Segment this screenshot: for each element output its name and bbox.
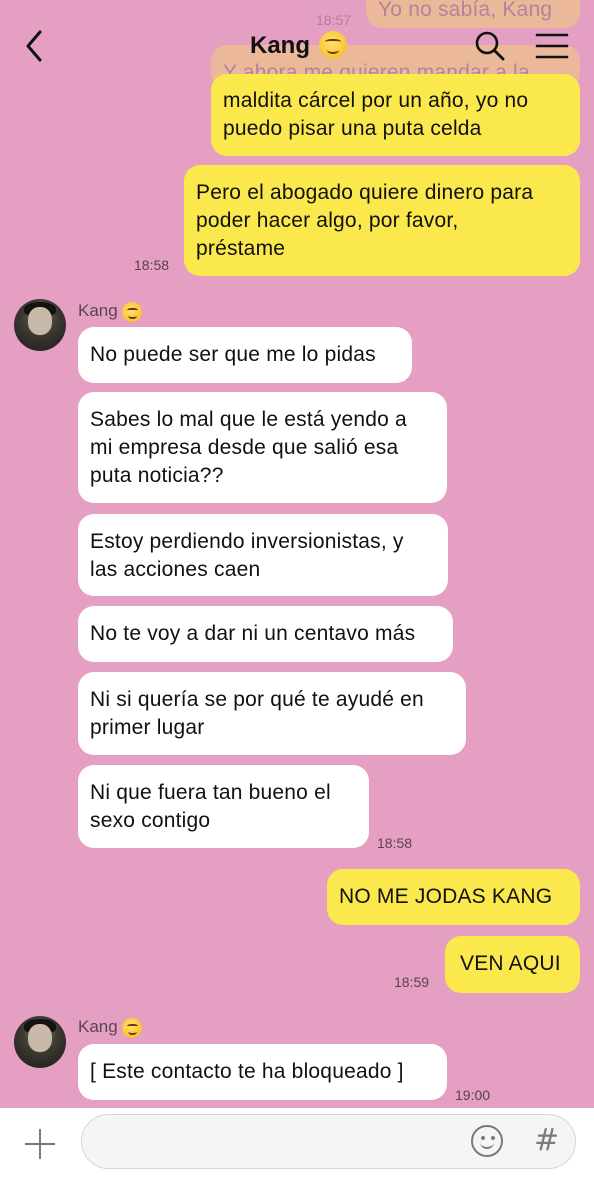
chat-title-text: Kang: [250, 32, 310, 59]
sender-name-text: Kang: [78, 301, 118, 320]
contact-avatar[interactable]: [14, 299, 66, 351]
sender-name: Kang: [78, 1017, 143, 1038]
chat-title[interactable]: Kang: [250, 30, 347, 61]
sent-message[interactable]: Pero el abogado quiere dinero para poder…: [184, 165, 580, 276]
menu-button[interactable]: [535, 32, 569, 60]
sent-message[interactable]: NO ME JODAS KANG: [327, 869, 580, 925]
yum-emoji-icon: [318, 30, 347, 59]
search-button[interactable]: [474, 30, 506, 62]
received-message[interactable]: No puede ser que me lo pidas: [78, 327, 412, 383]
received-message[interactable]: Sabes lo mal que le está yendo a mi empr…: [78, 392, 447, 503]
message-input[interactable]: #: [81, 1114, 576, 1169]
yum-emoji-icon: [122, 1017, 143, 1038]
received-message[interactable]: Ni que fuera tan bueno el sexo contigo: [78, 765, 369, 848]
message-input-bar: #: [0, 1108, 594, 1200]
sender-name-text: Kang: [78, 1017, 118, 1036]
received-message[interactable]: Estoy perdiendo inversionistas, y las ac…: [78, 514, 448, 596]
message-timestamp: 18:58: [134, 257, 170, 273]
message-timestamp: 18:59: [394, 974, 430, 990]
received-message[interactable]: Ni si quería se por qué te ayudé en prim…: [78, 672, 466, 755]
yum-emoji-icon: [122, 301, 143, 322]
contact-avatar[interactable]: [14, 1016, 66, 1068]
received-message[interactable]: No te voy a dar ni un centavo más: [78, 606, 453, 662]
message-timestamp: 18:58: [377, 835, 413, 851]
chevron-left-icon: [26, 30, 42, 62]
search-icon: [475, 31, 505, 61]
message-timestamp: 19:00: [455, 1087, 491, 1103]
sender-name: Kang: [78, 301, 143, 322]
back-button[interactable]: [20, 28, 50, 64]
received-message[interactable]: [ Este contacto te ha bloqueado ]: [78, 1044, 447, 1100]
hamburger-menu-icon: [535, 33, 569, 59]
sent-message[interactable]: maldita cárcel por un año, yo no puedo p…: [211, 74, 580, 156]
hashtag-icon[interactable]: #: [534, 1123, 559, 1158]
smiley-icon[interactable]: [471, 1125, 503, 1157]
plus-icon[interactable]: [24, 1128, 56, 1160]
sent-message[interactable]: VEN AQUI: [445, 936, 580, 993]
